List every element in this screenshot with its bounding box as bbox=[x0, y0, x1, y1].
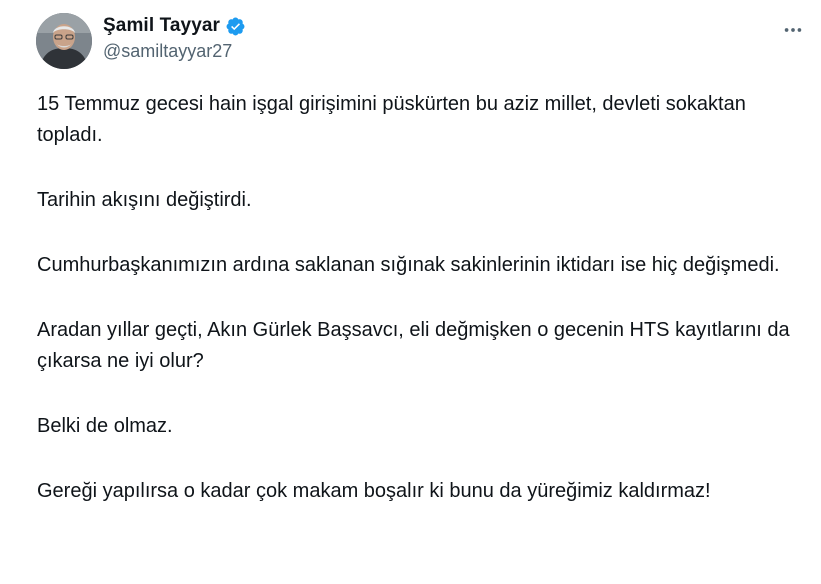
author-handle[interactable]: @samiltayyar27 bbox=[103, 41, 246, 62]
author-names: Şamil Tayyar @samiltayyar27 bbox=[103, 14, 246, 62]
tweet-paragraph: Tarihin akışını değiştirdi. bbox=[37, 189, 252, 211]
avatar-photo-icon bbox=[36, 13, 92, 69]
tweet-paragraph: Gereği yapılırsa o kadar çok makam boşal… bbox=[37, 480, 711, 502]
tweet-card: Şamil Tayyar @samiltayyar27 15 Temmuz ge… bbox=[0, 0, 821, 584]
more-options-button[interactable] bbox=[780, 17, 806, 43]
tweet-paragraph: Aradan yıllar geçti, Akın Gürlek Başsavc… bbox=[37, 319, 790, 372]
author-display-name[interactable]: Şamil Tayyar bbox=[103, 15, 220, 37]
tweet-paragraph: Cumhurbaşkanımızın ardına saklanan sığın… bbox=[37, 254, 780, 276]
name-row: Şamil Tayyar bbox=[103, 14, 246, 38]
verified-badge-icon[interactable] bbox=[225, 16, 246, 37]
tweet-header: Şamil Tayyar @samiltayyar27 bbox=[36, 13, 806, 71]
tweet-text: 15 Temmuz gecesi hain işgal girişimini p… bbox=[37, 89, 797, 541]
author-avatar[interactable] bbox=[36, 13, 92, 69]
more-horizontal-icon bbox=[784, 28, 802, 32]
tweet-paragraph: Belki de olmaz. bbox=[37, 415, 173, 437]
tweet-paragraph: 15 Temmuz gecesi hain işgal girişimini p… bbox=[37, 93, 746, 146]
